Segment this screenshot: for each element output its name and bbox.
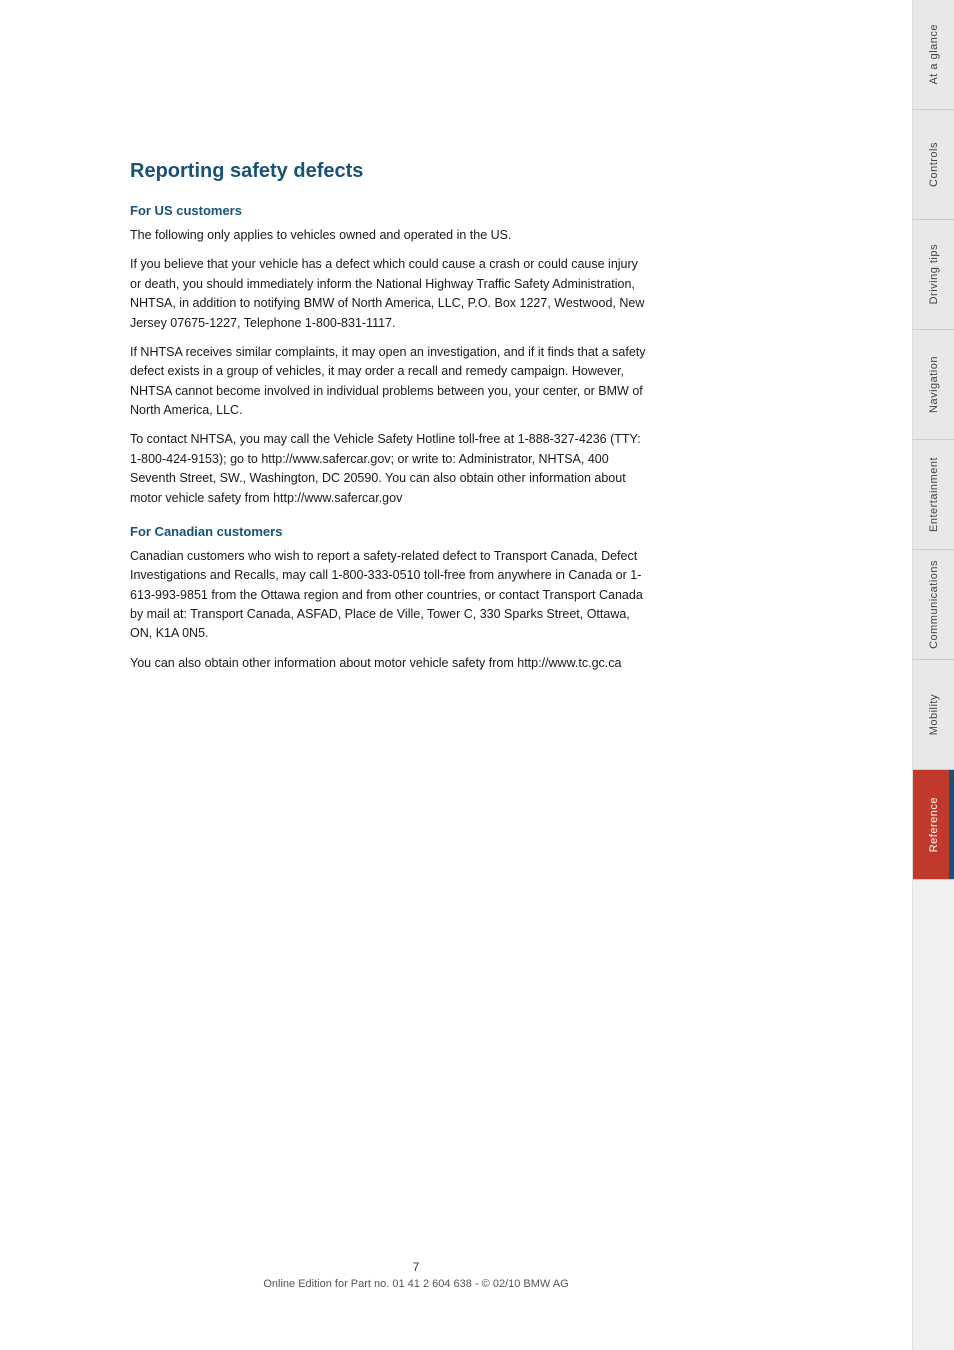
- canada-customers-heading: For Canadian customers: [130, 524, 852, 539]
- page-footer: 7 Online Edition for Part no. 01 41 2 60…: [0, 1260, 832, 1290]
- canada-section: For Canadian customers Canadian customer…: [130, 524, 852, 673]
- sidebar-tab-label-7: Reference: [928, 797, 940, 852]
- sidebar-tab-label-1: Controls: [928, 142, 940, 187]
- sidebar-tab-mobility[interactable]: Mobility: [913, 660, 954, 770]
- sidebar-tab-label-0: At a glance: [928, 24, 940, 85]
- sidebar-tab-label-6: Mobility: [928, 694, 940, 735]
- footer-text: Online Edition for Part no. 01 41 2 604 …: [263, 1278, 568, 1290]
- sidebar-tab-at-a-glance[interactable]: At a glance: [913, 0, 954, 110]
- us-para-1: The following only applies to vehicles o…: [130, 226, 650, 245]
- active-indicator-bar: [949, 770, 954, 879]
- sidebar-tab-label-3: Navigation: [928, 356, 940, 413]
- sidebar-tab-driving-tips[interactable]: Driving tips: [913, 220, 954, 330]
- us-section: For US customers The following only appl…: [130, 203, 852, 508]
- sidebar-tab-entertainment[interactable]: Entertainment: [913, 440, 954, 550]
- sidebar-tab-navigation[interactable]: Navigation: [913, 330, 954, 440]
- sidebar-tab-controls[interactable]: Controls: [913, 110, 954, 220]
- page-number: 7: [0, 1260, 832, 1274]
- us-para-2: If you believe that your vehicle has a d…: [130, 255, 650, 333]
- us-customers-heading: For US customers: [130, 203, 852, 218]
- canada-para-2: You can also obtain other information ab…: [130, 654, 650, 673]
- sidebar-tab-reference[interactable]: Reference: [913, 770, 954, 880]
- us-para-4: To contact NHTSA, you may call the Vehic…: [130, 430, 650, 508]
- main-content: Reporting safety defects For US customer…: [0, 0, 912, 1350]
- us-para-3: If NHTSA receives similar complaints, it…: [130, 343, 650, 421]
- sidebar-tab-communications[interactable]: Communications: [913, 550, 954, 660]
- canada-para-1: Canadian customers who wish to report a …: [130, 547, 650, 644]
- sidebar-tab-label-5: Communications: [928, 560, 940, 649]
- sidebar-tab-label-4: Entertainment: [928, 457, 940, 532]
- sidebar: At a glance Controls Driving tips Navigatio…: [912, 0, 954, 1350]
- sidebar-tab-label-2: Driving tips: [928, 244, 940, 304]
- page-title: Reporting safety defects: [130, 160, 852, 183]
